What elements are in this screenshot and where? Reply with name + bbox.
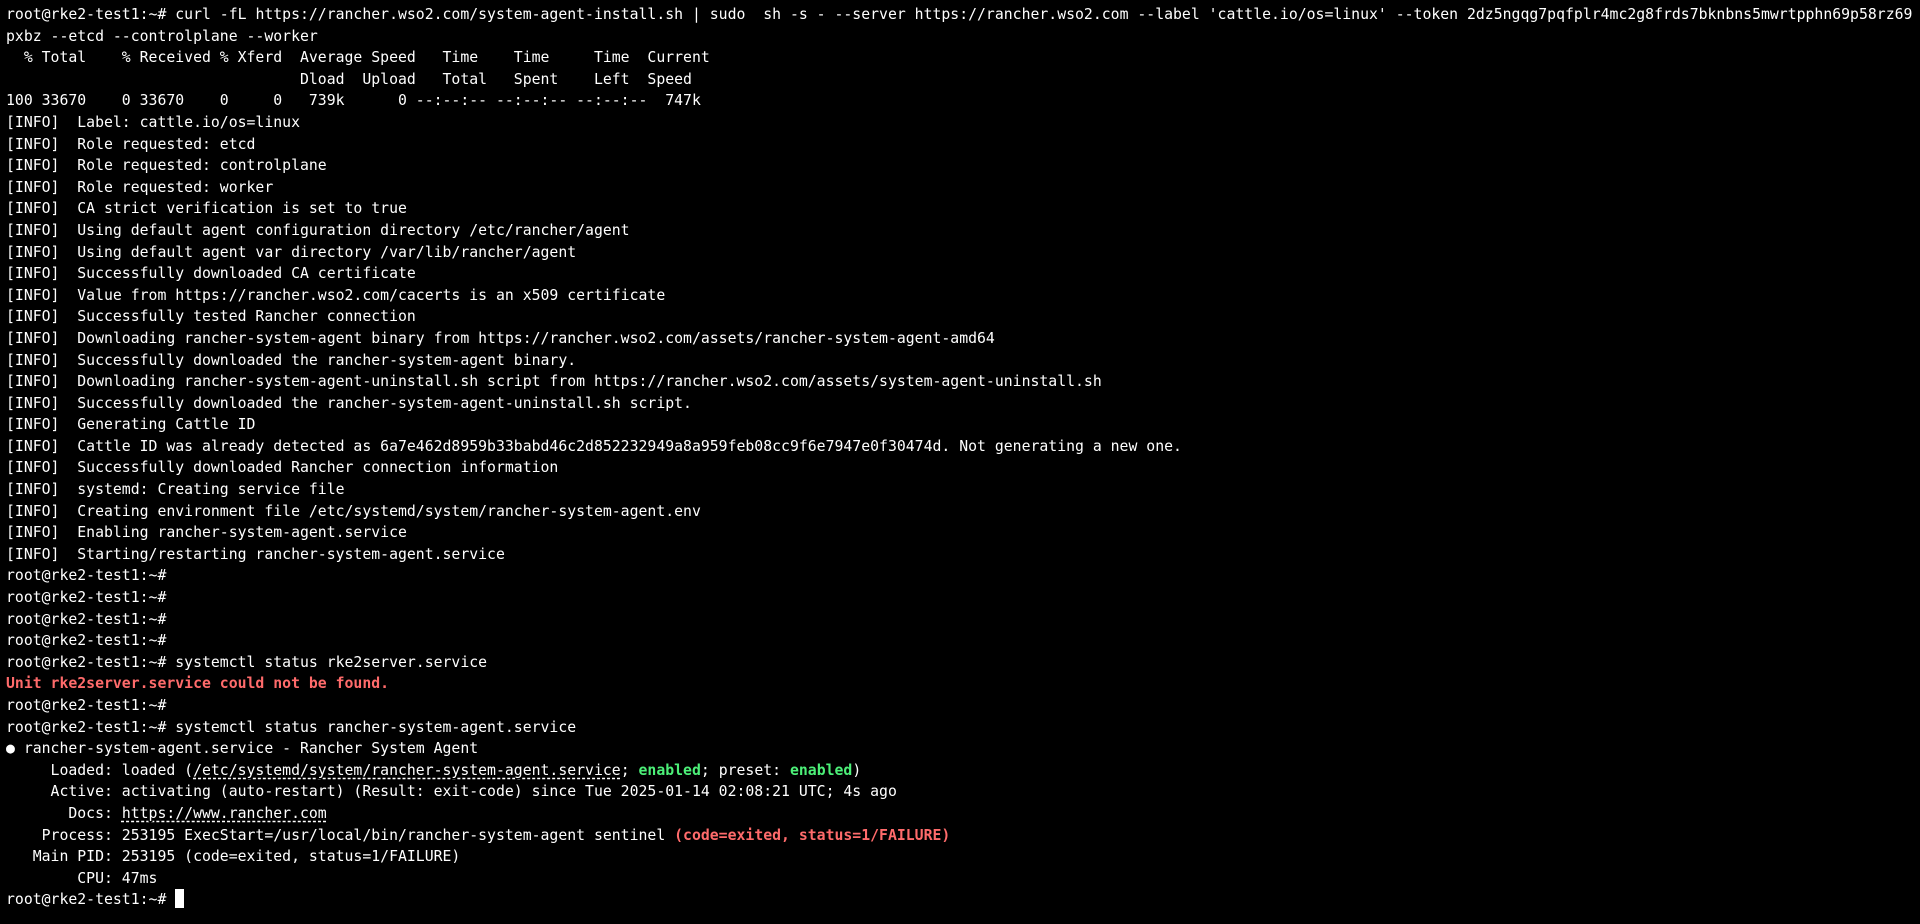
docs-link[interactable]: https://www.rancher.com [122, 805, 327, 822]
service-docs-row: Docs: https://www.rancher.com [6, 804, 327, 822]
service-header: ● rancher-system-agent.service - Rancher… [6, 740, 479, 758]
shell-prompt: root@rke2-test1:~# [6, 697, 176, 714]
terminal-window[interactable]: root@rke2-test1:~# curl -fL https://ranc… [0, 0, 1920, 924]
terminal-line: root@rke2-test1:~# systemctl status ranc… [6, 717, 1914, 739]
status-command: systemctl status rke2server.service [175, 653, 488, 671]
log-line: [INFO] Downloading rancher-system-agent … [6, 329, 995, 347]
log-line: [INFO] Value from https://rancher.wso2.c… [6, 286, 666, 304]
shell-prompt: root@rke2-test1:~# [6, 567, 176, 585]
log-line: [INFO] Cattle ID was already detected as… [6, 437, 1182, 455]
log-line: [INFO] Successfully downloaded CA certif… [6, 265, 416, 283]
curl-header-row-1: % Total % Received % Xferd Average Speed… [6, 49, 710, 67]
log-line: [INFO] Using default agent var directory… [6, 243, 577, 261]
shell-prompt: root@rke2-test1:~# [6, 632, 176, 650]
log-line: [INFO] systemd: Creating service file [6, 481, 345, 499]
log-line: [INFO] Successfully downloaded Rancher c… [6, 459, 559, 477]
log-line: [INFO] Starting/restarting rancher-syste… [6, 545, 505, 563]
curl-header-row-2: Dload Upload Total Spent Left Speed [6, 70, 692, 88]
unit-file-path[interactable]: /etc/systemd/system/rancher-system-agent… [193, 762, 621, 779]
log-line: [INFO] CA strict verification is set to … [6, 200, 407, 218]
shell-prompt: root@rke2-test1:~# [6, 718, 176, 736]
curl-progress-row: 100 33670 0 33670 0 0 739k 0 --:--:-- --… [6, 92, 701, 110]
text-cursor [175, 889, 185, 909]
shell-prompt: root@rke2-test1:~# [6, 610, 176, 628]
process-failure-status: (code=exited, status=1/FAILURE) [674, 826, 951, 844]
shell-prompt: root@rke2-test1:~# [6, 891, 176, 909]
service-active-row: Active: activating (auto-restart) (Resul… [6, 783, 897, 801]
log-line: [INFO] Role requested: controlplane [6, 157, 327, 175]
service-cpu-row: CPU: 47ms [6, 869, 158, 887]
terminal-line: root@rke2-test1:~# systemctl status rke2… [6, 652, 1914, 674]
install-command-continuation: pxbz --etcd --controlplane --worker [6, 27, 318, 45]
log-line: [INFO] Label: cattle.io/os=linux [6, 113, 300, 131]
shell-prompt: root@rke2-test1:~# [6, 653, 176, 671]
log-line: [INFO] Role requested: etcd [6, 135, 256, 153]
status-command: systemctl status rancher-system-agent.se… [175, 718, 577, 736]
log-line: [INFO] Enabling rancher-system-agent.ser… [6, 524, 407, 542]
shell-prompt: root@rke2-test1:~# [6, 6, 176, 23]
active-prompt-line[interactable]: root@rke2-test1:~# [6, 889, 1914, 911]
log-line: [INFO] Downloading rancher-system-agent-… [6, 373, 1102, 391]
shell-prompt: root@rke2-test1:~# [6, 589, 176, 607]
error-message: Unit rke2server.service could not be fou… [6, 675, 390, 693]
service-loaded-row: Loaded: loaded (/etc/systemd/system/ranc… [6, 761, 862, 779]
enabled-state: enabled [638, 761, 701, 779]
log-line: [INFO] Successfully tested Rancher conne… [6, 308, 416, 326]
log-line: [INFO] Using default agent configuration… [6, 221, 630, 239]
log-line: [INFO] Successfully downloaded the ranch… [6, 394, 692, 412]
service-main-pid-row: Main PID: 253195 (code=exited, status=1/… [6, 848, 461, 866]
terminal-line: root@rke2-test1:~# curl -fL https://ranc… [6, 4, 1914, 26]
log-line: [INFO] Generating Cattle ID [6, 416, 256, 434]
service-process-row: Process: 253195 ExecStart=/usr/local/bin… [6, 826, 951, 844]
install-command: curl -fL https://rancher.wso2.com/system… [175, 6, 1913, 23]
log-line: [INFO] Creating environment file /etc/sy… [6, 502, 701, 520]
preset-state: enabled [789, 761, 853, 779]
log-line: [INFO] Successfully downloaded the ranch… [6, 351, 577, 369]
log-line: [INFO] Role requested: worker [6, 178, 274, 196]
